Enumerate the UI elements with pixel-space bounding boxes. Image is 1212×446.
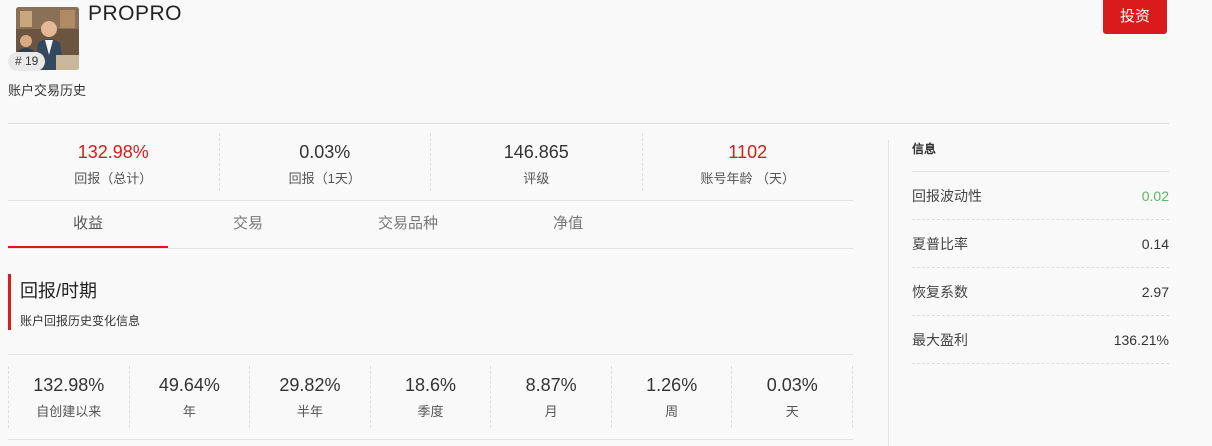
- info-value: 0.02: [1141, 187, 1169, 204]
- period-value: 29.82%: [279, 375, 341, 395]
- stat-label: 回报（1天）: [288, 171, 361, 186]
- period-year: 49.64% 年: [130, 366, 251, 428]
- stat-value: 1102: [728, 142, 768, 162]
- period-month: 8.87% 月: [491, 366, 612, 428]
- tab-equity[interactable]: 净值: [488, 201, 648, 248]
- info-row-recovery: 恢复系数 2.97: [912, 268, 1169, 316]
- stat-value: 146.865: [503, 142, 569, 162]
- tab-symbols[interactable]: 交易品种: [328, 201, 488, 248]
- period-label: 半年: [296, 404, 323, 419]
- period-value: 49.64%: [158, 375, 220, 395]
- account-history-link[interactable]: 账户交易历史: [8, 80, 86, 99]
- account-name: PROPRO: [88, 2, 183, 25]
- info-value: 136.21%: [1113, 331, 1169, 348]
- divider: [8, 123, 1169, 124]
- period-label: 周: [665, 404, 679, 419]
- period-label: 月: [544, 404, 558, 419]
- stat-value: 132.98%: [77, 142, 149, 162]
- period-value: 18.6%: [405, 375, 457, 395]
- tab-earnings[interactable]: 收益: [8, 201, 168, 248]
- period-since-inception: 132.98% 自创建以来: [8, 366, 130, 428]
- info-title: 信息: [912, 142, 937, 156]
- info-row-sharpe: 夏普比率 0.14: [912, 220, 1169, 268]
- period-value: 8.87%: [525, 375, 577, 395]
- period-quarter: 18.6% 季度: [371, 366, 492, 428]
- info-label: 回报波动性: [912, 187, 982, 204]
- period-label: 天: [785, 404, 799, 419]
- period-returns: 132.98% 自创建以来 49.64% 年 29.82% 半年 18.6% 季…: [8, 366, 854, 428]
- info-value: 0.14: [1141, 235, 1169, 252]
- stat-label: 回报（总计）: [74, 171, 153, 186]
- period-label: 季度: [417, 404, 444, 419]
- info-row-max-profit: 最大盈利 136.21%: [912, 316, 1169, 364]
- divider: [8, 439, 853, 440]
- invest-button[interactable]: 投资: [1103, 0, 1167, 34]
- summary-stats: 132.98% 回报（总计） 0.03% 回报（1天） 146.865 评级 1…: [8, 133, 853, 191]
- period-label: 年: [182, 404, 196, 419]
- period-value: 132.98%: [33, 375, 105, 395]
- period-label: 自创建以来: [36, 404, 102, 419]
- info-value: 2.97: [1141, 283, 1169, 300]
- stat-account-age: 1102 账号年龄 （天）: [643, 133, 854, 191]
- period-half-year: 29.82% 半年: [250, 366, 371, 428]
- section-subtitle: 账户回报历史变化信息: [20, 314, 141, 328]
- stat-rating: 146.865 评级: [431, 133, 643, 191]
- tab-bar: 收益 交易 交易品种 净值: [8, 201, 853, 249]
- info-label: 夏普比率: [912, 235, 968, 252]
- divider: [8, 354, 853, 355]
- tab-trades[interactable]: 交易: [168, 201, 328, 248]
- info-row-volatility: 回报波动性 0.02: [912, 172, 1169, 220]
- panel-divider: [888, 140, 889, 446]
- section-accent-bar: [8, 274, 11, 330]
- info-list: 回报波动性 0.02 夏普比率 0.14 恢复系数 2.97 最大盈利 136.…: [912, 172, 1169, 364]
- stat-label: 评级: [523, 171, 550, 186]
- stat-label: 账号年龄 （天）: [700, 171, 796, 186]
- period-value: 1.26%: [646, 375, 698, 395]
- rank-badge: # 19: [8, 52, 46, 71]
- period-week: 1.26% 周: [612, 366, 733, 428]
- section-title: 回报/时期: [20, 281, 98, 301]
- stat-total-return: 132.98% 回报（总计）: [8, 133, 220, 191]
- period-value: 0.03%: [766, 375, 818, 395]
- stat-value: 0.03%: [299, 142, 351, 162]
- period-day: 0.03% 天: [732, 366, 854, 428]
- info-label: 最大盈利: [912, 331, 968, 348]
- info-label: 恢复系数: [912, 283, 968, 300]
- stat-daily-return: 0.03% 回报（1天）: [220, 133, 431, 191]
